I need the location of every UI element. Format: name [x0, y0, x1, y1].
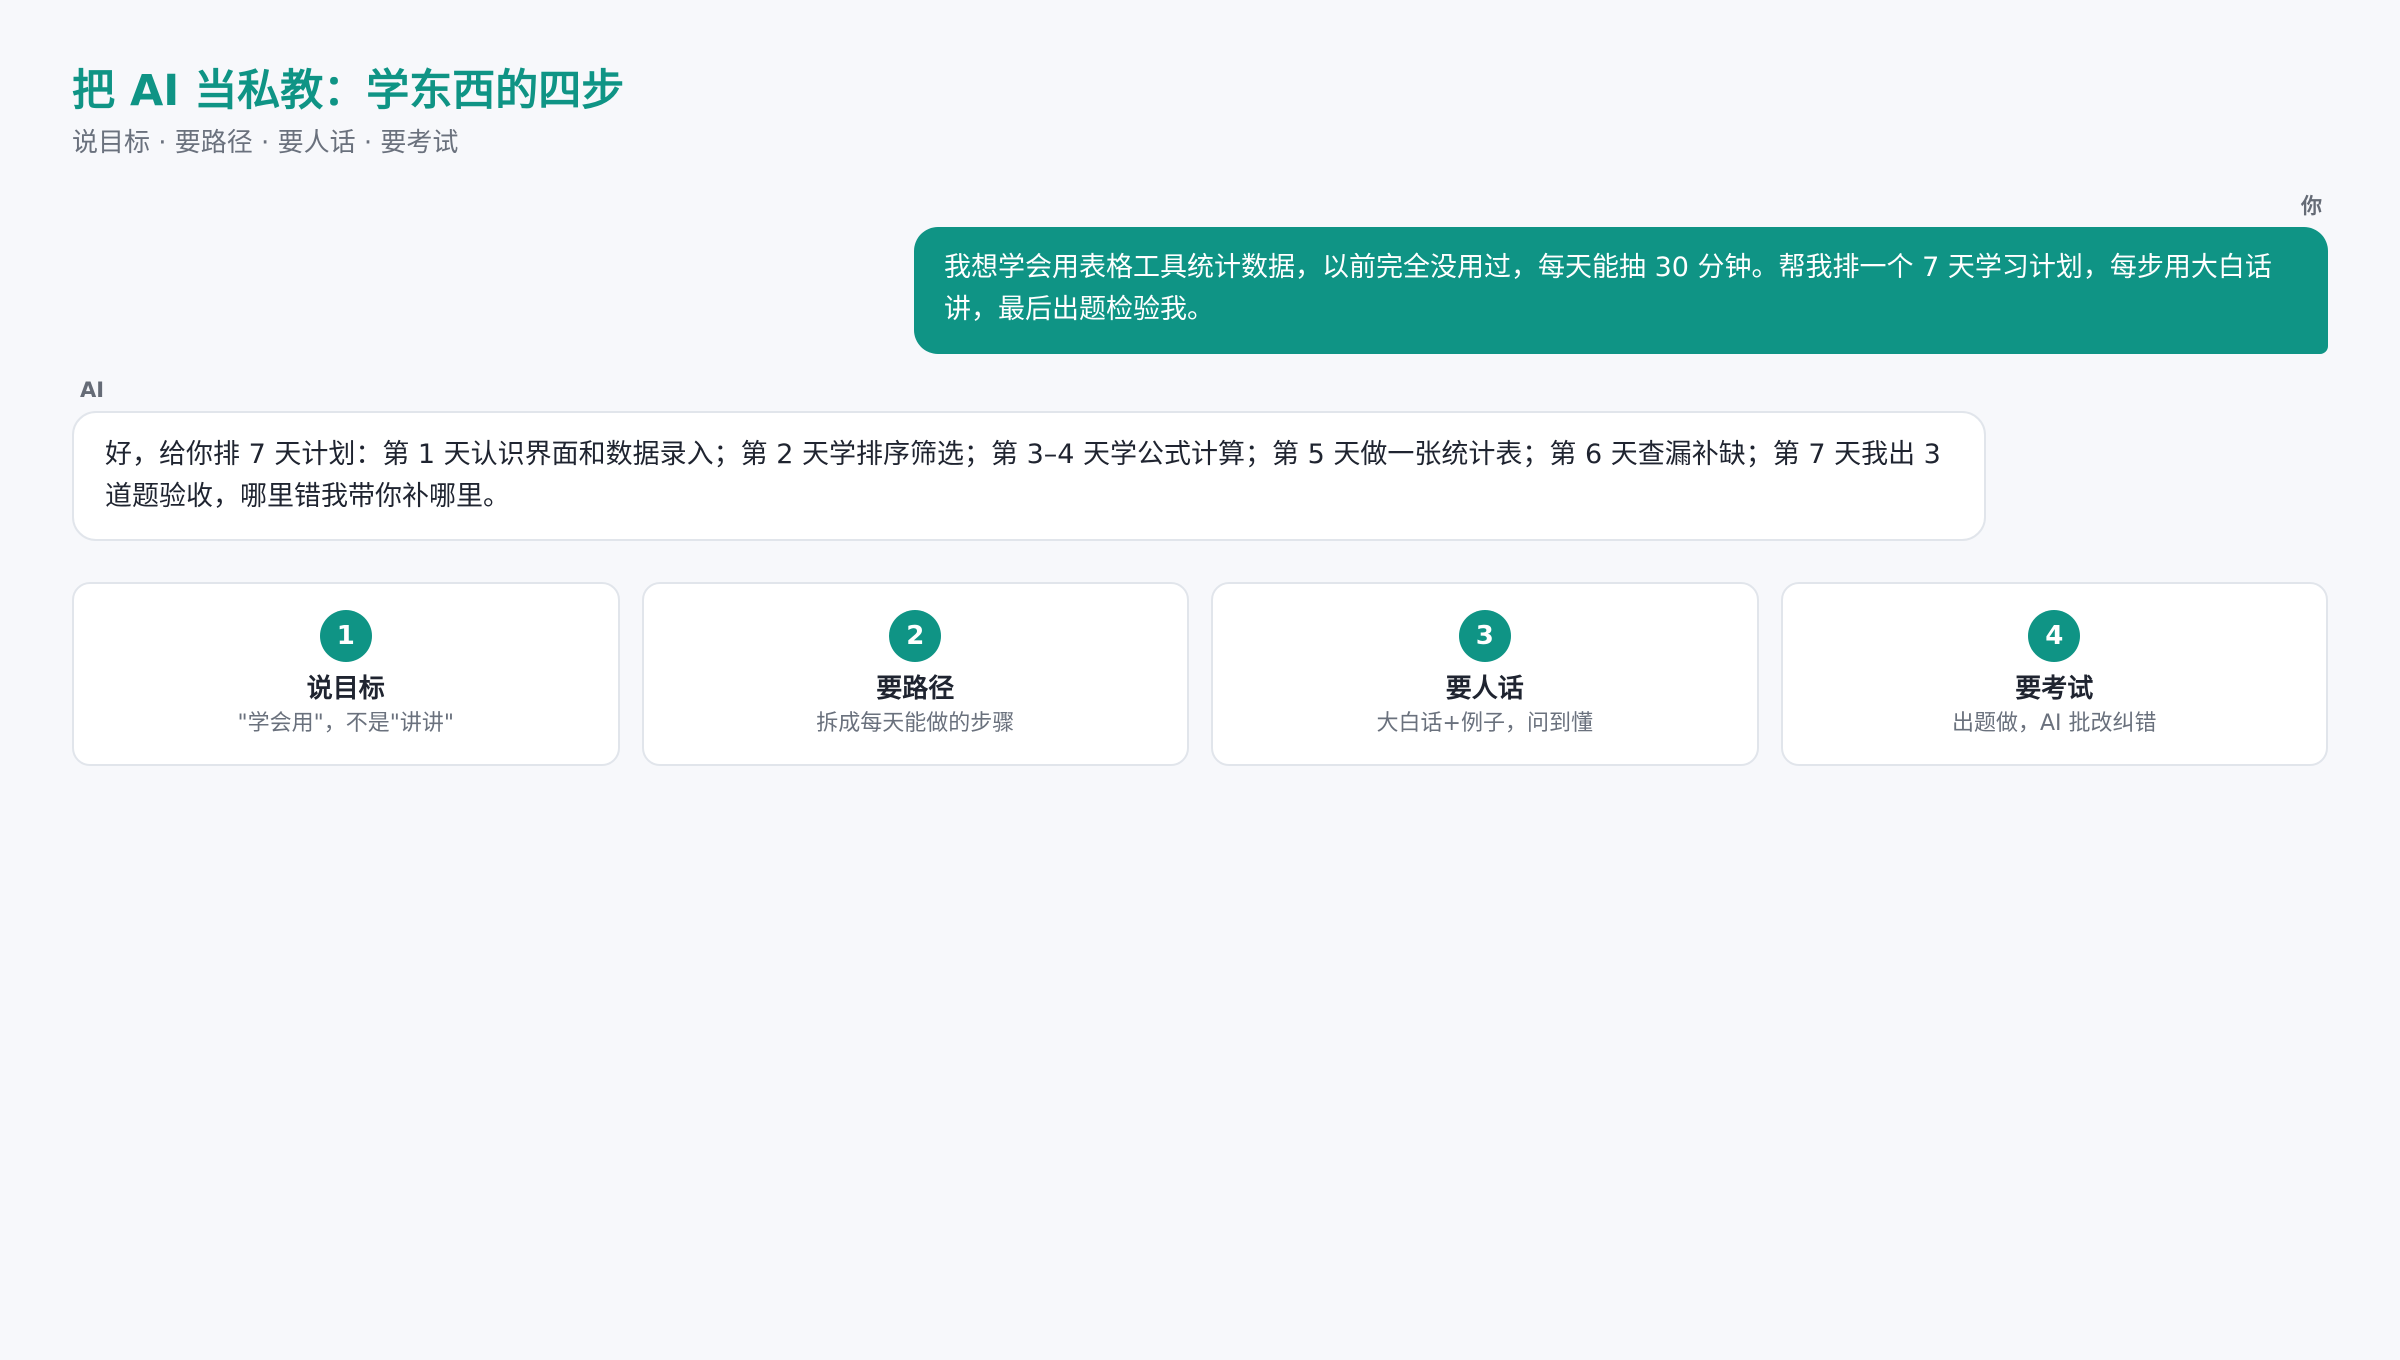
step-title: 要路径: [876, 674, 955, 704]
step-number-badge: 2: [889, 610, 942, 662]
step-description: 拆成每天能做的步骤: [816, 711, 1015, 736]
step-number-badge: 3: [1458, 610, 1511, 662]
step-title: 说目标: [306, 674, 385, 704]
user-message-bubble: 我想学会用表格工具统计数据，以前完全没用过，每天能抽 30 分钟。帮我排一个 7…: [914, 227, 2328, 354]
step-title: 要考试: [2015, 674, 2094, 704]
step-card-1: 1 说目标 "学会用"，不是"讲讲": [72, 582, 620, 766]
step-card-2: 2 要路径 拆成每天能做的步骤: [641, 582, 1189, 766]
step-card-4: 4 要考试 出题做，AI 批改纠错: [1780, 582, 2328, 766]
ai-message-bubble: 好，给你排 7 天计划：第 1 天认识界面和数据录入；第 2 天学排序筛选；第 …: [72, 411, 1986, 541]
step-description: 大白话+例子，问到懂: [1376, 711, 1593, 736]
page-subtitle: 说目标 · 要路径 · 要人话 · 要考试: [72, 128, 459, 158]
user-speaker-label: 你: [2301, 194, 2322, 218]
page-title: 把 AI 当私教：学东西的四步: [72, 66, 625, 116]
step-title: 要人话: [1445, 674, 1524, 704]
step-card-3: 3 要人话 大白话+例子，问到懂: [1211, 582, 1759, 766]
step-description: 出题做，AI 批改纠错: [1951, 711, 2157, 736]
steps-row: 1 说目标 "学会用"，不是"讲讲" 2 要路径 拆成每天能做的步骤 3 要人话…: [72, 582, 2328, 766]
step-description: "学会用"，不是"讲讲": [237, 711, 454, 736]
page-header: 把 AI 当私教：学东西的四步 说目标 · 要路径 · 要人话 · 要考试: [72, 62, 624, 160]
step-number-badge: 4: [2028, 610, 2081, 662]
step-number-badge: 1: [319, 610, 372, 662]
ai-speaker-label: AI: [80, 378, 105, 402]
